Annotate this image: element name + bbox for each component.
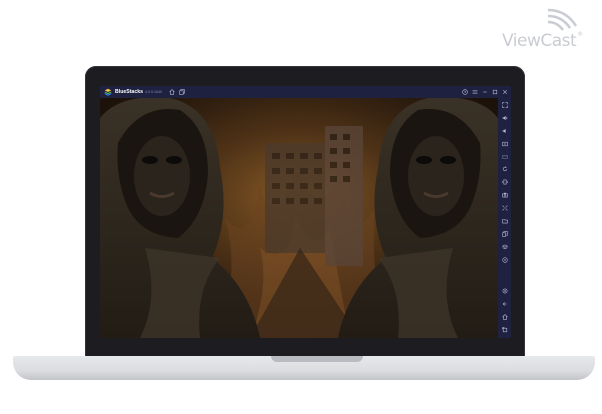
shake-icon[interactable] (499, 177, 510, 187)
close-icon[interactable] (500, 88, 509, 97)
copy-icon[interactable] (499, 229, 510, 239)
laptop-notch (271, 356, 363, 362)
folder-icon[interactable] (499, 216, 510, 226)
settings-icon[interactable] (499, 286, 510, 296)
bluestacks-logo-icon (104, 88, 112, 96)
menu-icon[interactable] (470, 88, 479, 97)
home-icon[interactable] (499, 312, 510, 322)
laptop-screen: BlueStacks 4.0.0.1040 (100, 86, 511, 338)
back-icon[interactable] (499, 299, 510, 309)
multi-instance-icon[interactable] (178, 88, 187, 97)
help-icon[interactable] (460, 88, 469, 97)
game-viewport[interactable] (100, 98, 498, 338)
bluestacks-titlebar: BlueStacks 4.0.0.1040 (100, 86, 511, 98)
restore-icon[interactable] (490, 88, 499, 97)
screenshot-icon[interactable] (499, 190, 510, 200)
bluestacks-side-toolbar (498, 98, 511, 338)
game-artwork (100, 98, 498, 338)
rotate-icon[interactable] (499, 164, 510, 174)
app-version: 4.0.0.1040 (144, 90, 162, 94)
recent-apps-icon[interactable] (499, 325, 510, 335)
volume-down-icon[interactable] (499, 126, 510, 136)
app-name: BlueStacks (115, 89, 143, 95)
fullscreen-icon[interactable] (499, 100, 510, 110)
ruined-building (265, 126, 363, 266)
watermark-text: ViewCast® (502, 31, 583, 51)
location-icon[interactable] (499, 255, 510, 265)
home-icon[interactable] (168, 88, 177, 97)
layers-icon[interactable] (499, 242, 510, 252)
minimize-icon[interactable] (480, 88, 489, 97)
multi-instance-icon[interactable] (499, 203, 510, 213)
volume-up-icon[interactable] (499, 113, 510, 123)
video-record-icon[interactable] (499, 139, 510, 149)
laptop-base (13, 356, 595, 380)
keymapping-icon[interactable] (499, 152, 510, 162)
viewcast-watermark: ViewCast® (500, 6, 596, 51)
signal-arcs-icon (547, 8, 578, 31)
